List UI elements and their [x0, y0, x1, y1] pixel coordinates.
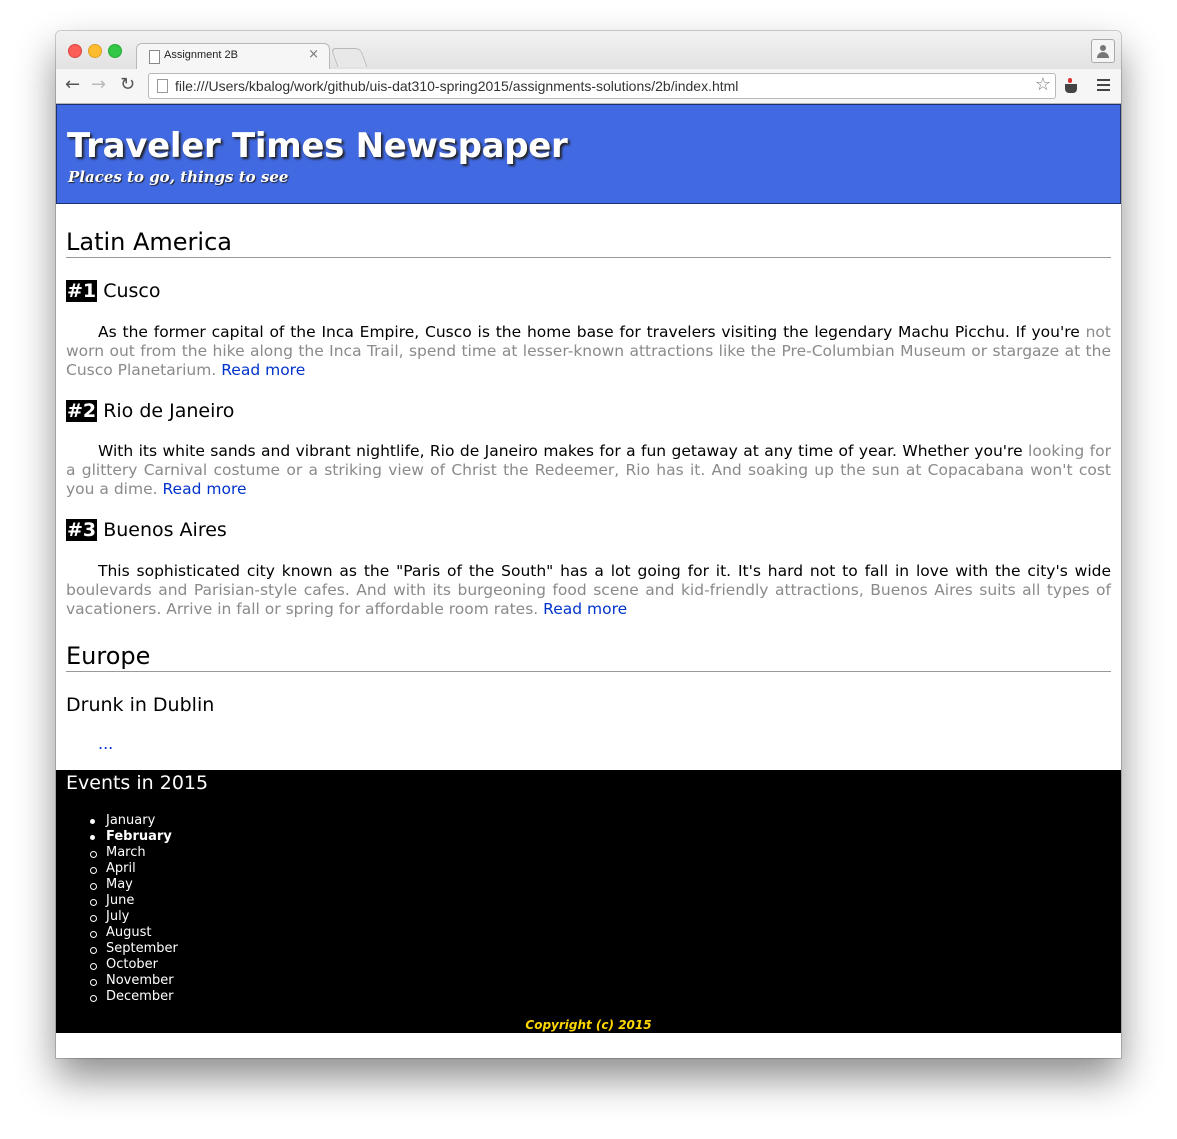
events-panel: Events in 2015 January February March Ap… [56, 770, 1121, 1033]
title-bar: Assignment 2B × [56, 31, 1121, 70]
menu-icon[interactable] [1097, 79, 1110, 94]
url-text[interactable]: file:///Users/kbalog/work/github/uis-dat… [175, 78, 738, 94]
month-item[interactable]: January [90, 813, 178, 829]
extension-icon[interactable] [1063, 78, 1081, 94]
bullet-icon [90, 867, 97, 874]
article-title: #1 Cusco [66, 279, 160, 303]
read-more-link[interactable]: Read more [162, 480, 246, 498]
bullet-icon [90, 851, 97, 858]
browser-tab[interactable]: Assignment 2B × [136, 43, 330, 70]
document-icon [149, 50, 160, 64]
bullet-icon [90, 899, 97, 906]
bullet-icon [90, 931, 97, 938]
month-item[interactable]: October [90, 957, 178, 973]
page-viewport: Traveler Times Newspaper Places to go, t… [56, 104, 1121, 1058]
read-more-link[interactable]: Read more [543, 600, 627, 618]
bullet-icon [90, 819, 95, 824]
close-tab-icon[interactable]: × [308, 47, 319, 62]
article-title: Drunk in Dublin [66, 694, 215, 716]
site-title: Traveler Times Newspaper [67, 126, 568, 166]
month-item[interactable]: December [90, 989, 178, 1005]
section-title-europe: Europe [66, 642, 1111, 672]
site-tagline: Places to go, things to see [68, 168, 289, 186]
rank-badge: #2 [66, 400, 98, 422]
bullet-icon [90, 835, 95, 840]
bullet-icon [90, 963, 97, 970]
back-arrow-icon[interactable]: ← [65, 74, 80, 96]
rank-badge: #1 [66, 280, 98, 302]
article-lead: This sophisticated city known as the "Pa… [98, 562, 1111, 580]
address-bar[interactable]: file:///Users/kbalog/work/github/uis-dat… [148, 73, 1056, 99]
article-body: As the former capital of the Inca Empire… [66, 323, 1111, 380]
bullet-icon [90, 947, 97, 954]
article-body: With its white sands and vibrant nightli… [66, 442, 1111, 499]
article-title: #2 Rio de Janeiro [66, 399, 234, 423]
profile-icon[interactable] [1091, 39, 1115, 63]
tab-title: Assignment 2B [164, 49, 238, 61]
bullet-icon [90, 979, 97, 986]
month-item[interactable]: August [90, 925, 178, 941]
bullet-icon [90, 883, 97, 890]
article-title: #3 Buenos Aires [66, 518, 227, 542]
masthead: Traveler Times Newspaper Places to go, t… [56, 104, 1121, 204]
minimize-window-button[interactable] [88, 44, 102, 58]
bullet-icon [90, 915, 97, 922]
page-icon [157, 79, 168, 93]
article-lead: With its white sands and vibrant nightli… [98, 442, 1023, 460]
new-tab-button[interactable] [330, 48, 368, 67]
article-title-text: Rio de Janeiro [103, 400, 235, 422]
article-title-text: Cusco [103, 280, 161, 302]
month-item[interactable]: February [90, 829, 178, 845]
month-item[interactable]: May [90, 877, 178, 893]
copyright-text: Copyright (c) 2015 [525, 1018, 652, 1032]
close-window-button[interactable] [68, 44, 82, 58]
browser-window: Assignment 2B × ← → ↻ file:///Users/kbal… [56, 31, 1121, 1058]
read-more-link[interactable]: ... [98, 734, 113, 753]
rank-badge: #3 [66, 519, 98, 541]
article-lead: As the former capital of the Inca Empire… [98, 323, 1080, 341]
month-list: January February March April May June Ju… [90, 813, 178, 1005]
browser-toolbar: ← → ↻ file:///Users/kbalog/work/github/u… [56, 69, 1121, 104]
events-title: Events in 2015 [66, 772, 209, 794]
month-item[interactable]: June [90, 893, 178, 909]
reload-icon[interactable]: ↻ [120, 74, 135, 96]
section-title-latin-america: Latin America [66, 228, 1111, 258]
zoom-window-button[interactable] [108, 44, 122, 58]
month-item[interactable]: November [90, 973, 178, 989]
month-item[interactable]: March [90, 845, 178, 861]
month-item[interactable]: September [90, 941, 178, 957]
article-body: This sophisticated city known as the "Pa… [66, 562, 1111, 619]
article-title-text: Buenos Aires [103, 519, 227, 541]
forward-arrow-icon[interactable]: → [91, 74, 106, 96]
read-more-link[interactable]: Read more [221, 361, 305, 379]
month-item[interactable]: July [90, 909, 178, 925]
month-item[interactable]: April [90, 861, 178, 877]
bookmark-star-icon[interactable]: ☆ [1035, 74, 1051, 95]
bullet-icon [90, 995, 97, 1002]
